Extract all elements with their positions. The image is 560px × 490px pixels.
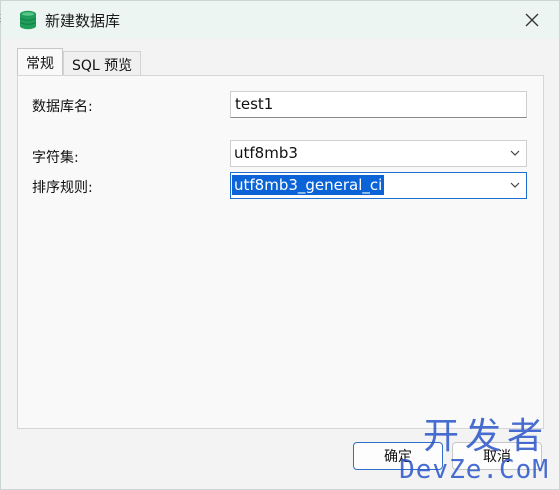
dialog-title: 新建数据库 xyxy=(45,12,121,30)
collation-select[interactable]: utf8mb3_general_ci xyxy=(230,172,527,199)
charset-value: utf8mb3 xyxy=(234,144,298,162)
close-button[interactable] xyxy=(519,7,545,33)
ok-button[interactable]: 确定 xyxy=(353,442,443,470)
db-name-input[interactable]: test1 xyxy=(230,91,527,118)
database-icon xyxy=(19,10,37,30)
collation-value: utf8mb3_general_ci xyxy=(232,175,385,195)
tab-general[interactable]: 常规 xyxy=(17,48,63,77)
close-icon xyxy=(525,13,539,27)
general-panel: 数据库名: test1 字符集: utf8mb3 排序规则: utf8mb3_g… xyxy=(17,75,544,429)
new-database-dialog: 表 新建数据库 常规 SQL 预览 数据库名: test1 字符集: utf8m… xyxy=(0,0,560,490)
tab-sql-preview[interactable]: SQL 预览 xyxy=(63,51,142,78)
title-bar: 新建数据库 xyxy=(1,1,559,39)
chevron-down-icon xyxy=(510,182,520,188)
collation-label: 排序规则: xyxy=(32,180,93,196)
cancel-button[interactable]: 取消 xyxy=(452,442,542,470)
chevron-down-icon xyxy=(510,150,520,156)
charset-select[interactable]: utf8mb3 xyxy=(230,140,527,167)
charset-label: 字符集: xyxy=(32,150,79,166)
tab-bar: 常规 SQL 预览 xyxy=(17,48,142,78)
db-name-label: 数据库名: xyxy=(32,99,93,115)
